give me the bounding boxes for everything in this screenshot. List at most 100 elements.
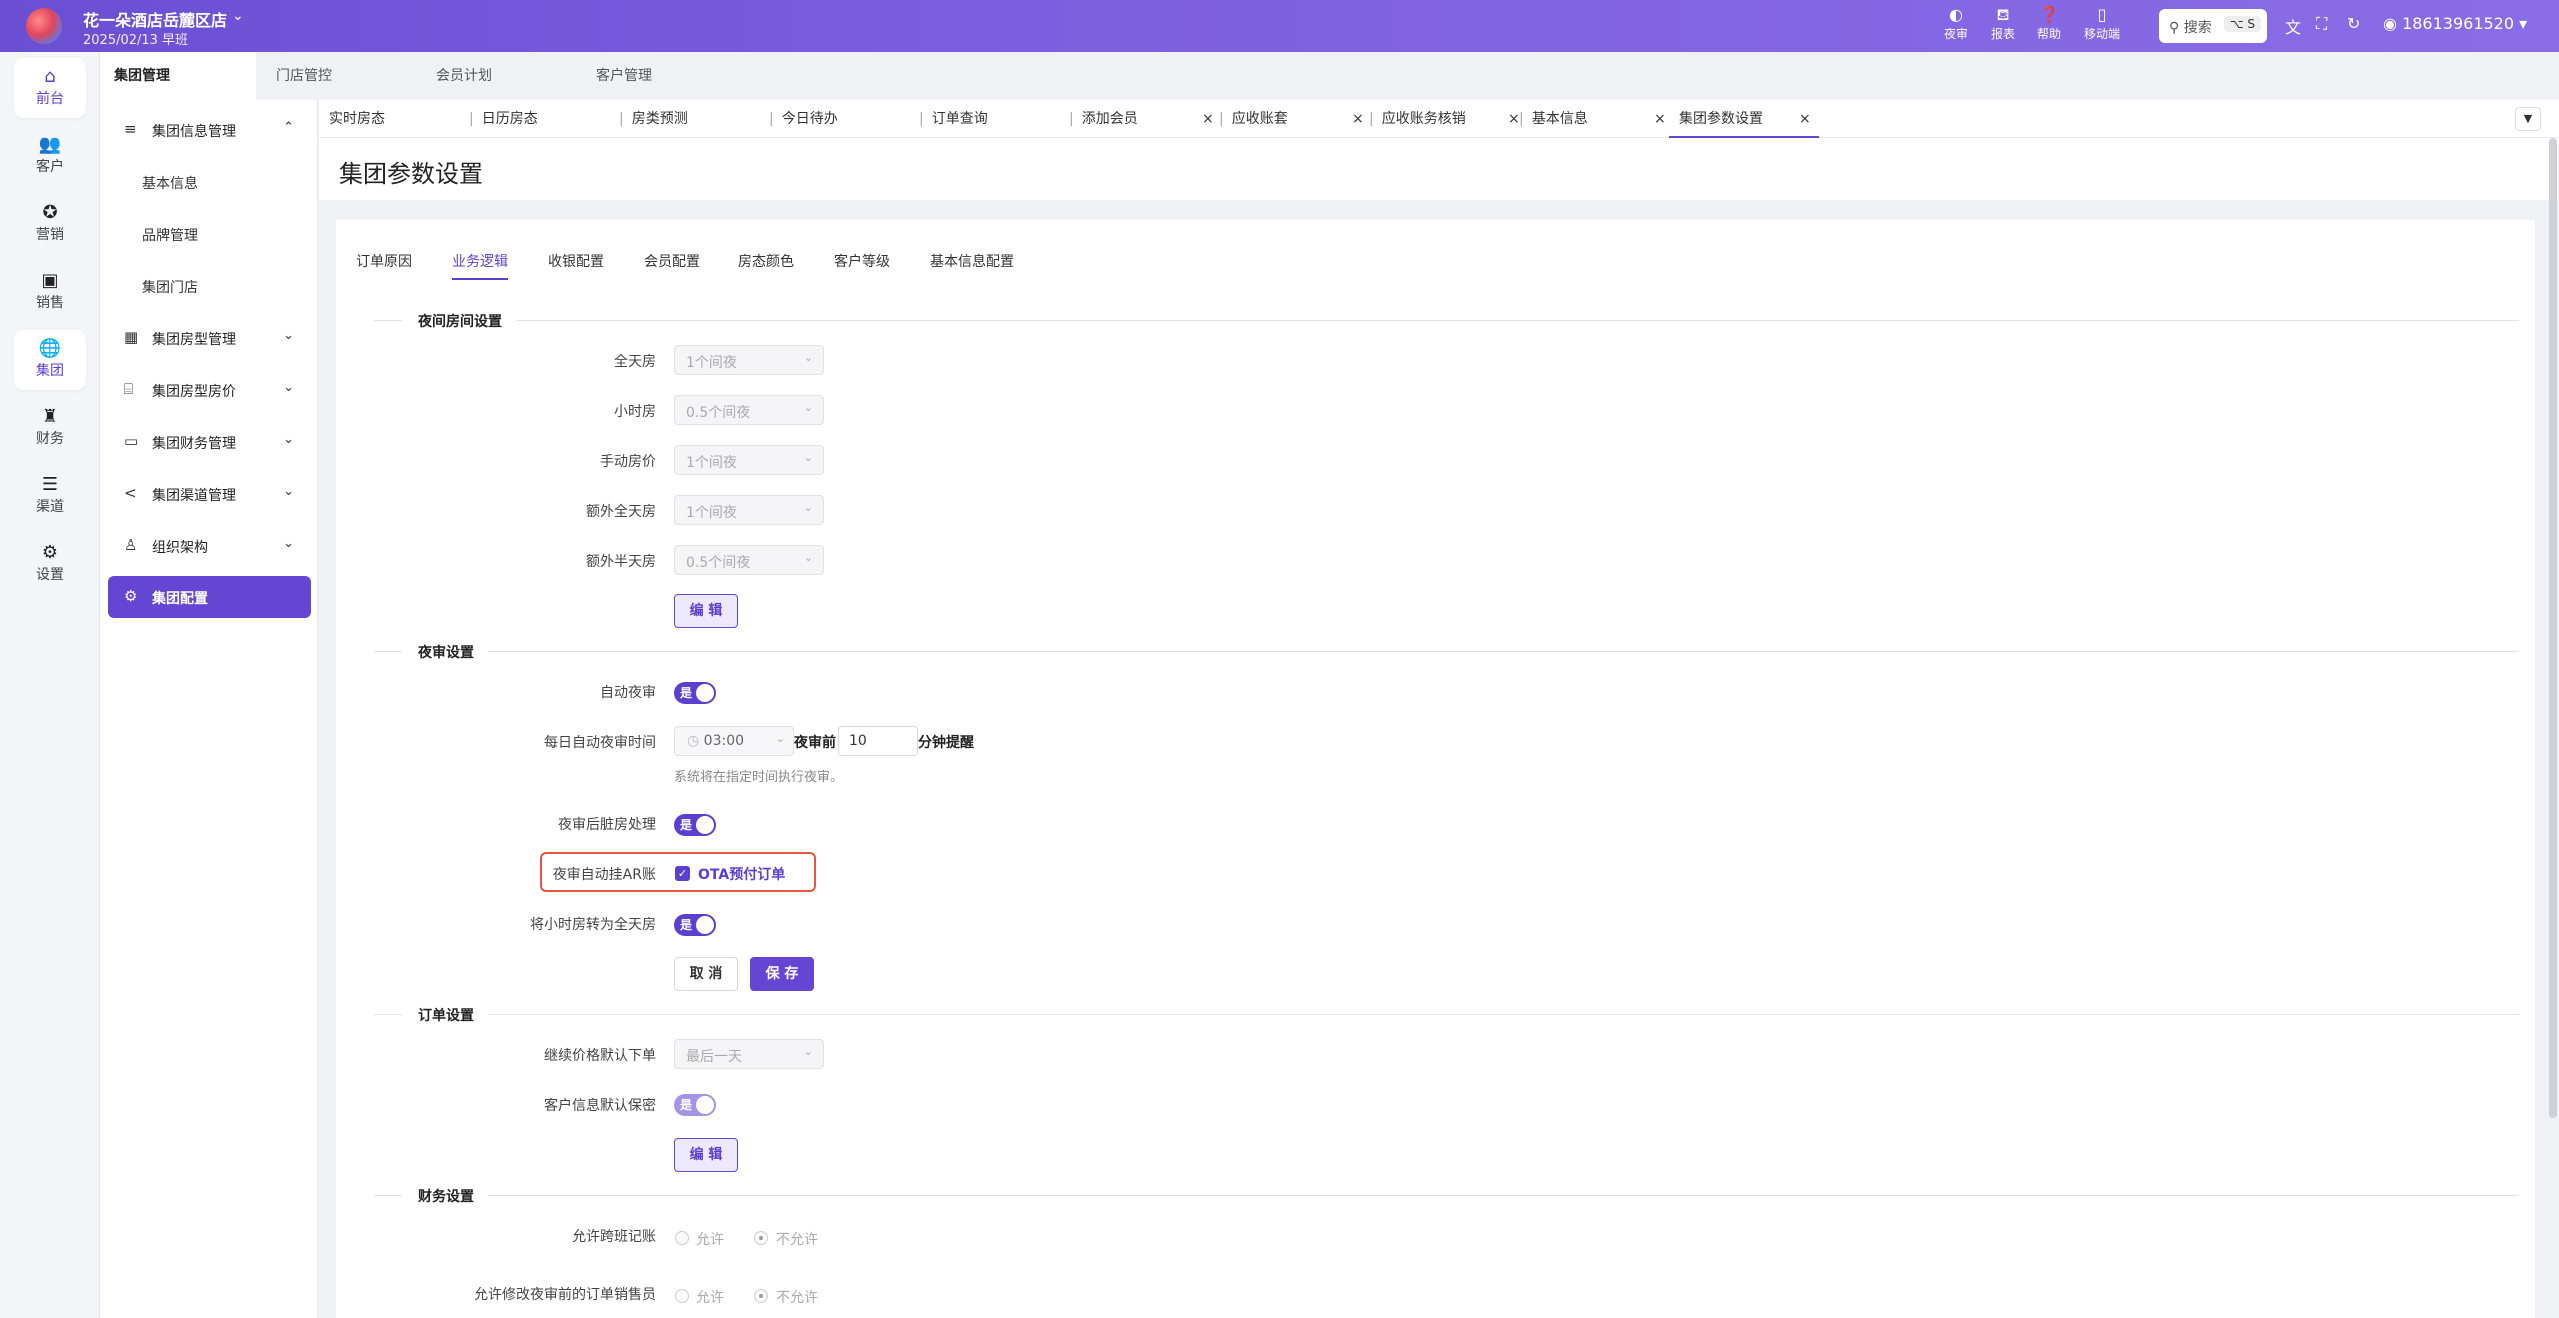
rail-item-channel[interactable]: ☰ 渠道 [14,466,86,526]
close-icon[interactable]: × [1508,100,1520,138]
hotel-logo [26,8,62,44]
sidebar-item-stores[interactable]: 集团门店 [142,277,198,297]
rail-item-finance[interactable]: ♜ 财务 [14,398,86,458]
modify-deny-radio[interactable] [754,1289,768,1303]
sidebar-item-brand[interactable]: 品牌管理 [142,225,198,245]
continue-price-select[interactable]: 最后一天 ⌄ [674,1039,824,1069]
tab-member-plan[interactable]: 会员计划 [384,52,544,100]
audit-hint: 系统将在指定时间执行夜审。 [674,770,844,785]
finance-icon: ♜ [41,406,59,427]
rail-item-settings[interactable]: ⚙ 设置 [14,534,86,594]
save-button[interactable]: 保 存 [750,957,814,991]
extra-full-day-select[interactable]: 1个间夜 ⌄ [674,495,824,525]
sidebar-group-org[interactable]: ♙ 组织架构 ⌄ [100,526,318,566]
field-label: 每日自动夜审时间 [544,735,656,751]
refresh-icon[interactable]: ↻ [2347,14,2360,33]
translate-icon[interactable]: 文 [2285,14,2301,38]
sidebar-group-channel[interactable]: < 集团渠道管理 ⌄ [100,474,318,514]
avatar-icon: ◉ [2383,14,2397,33]
page-tab[interactable]: | 日历房态 [469,100,538,138]
reminder-minutes-input[interactable]: 10 [838,726,918,756]
top-bar: 花一朵酒店岳麓区店 ⌄ 2025/02/13 早班 ◐ 夜审 ⛾ 报表 ❓ 帮助… [0,0,2559,52]
toggle-text: 是 [680,818,693,832]
rail-label: 营销 [36,227,64,243]
dirty-room-toggle[interactable]: 是 [674,814,716,836]
user-phone: 18613961520 [2402,14,2515,33]
tab-member-config[interactable]: 会员配置 [644,251,700,280]
close-icon[interactable]: × [1352,100,1364,138]
radio-label: 允许 [696,1232,724,1248]
page-tab[interactable]: 实时房态 [329,100,385,138]
tab-business-logic[interactable]: 业务逻辑 [452,251,508,280]
toggle-knob [696,916,714,934]
tab-customer-level[interactable]: 客户等级 [834,251,890,280]
toggle-knob [696,816,714,834]
sidebar-group-room-price[interactable]: ⌸ 集团房型房价 ⌄ [100,370,318,410]
modify-allow-radio[interactable] [675,1289,689,1303]
page-tab[interactable]: | 应收账套 × [1219,100,1365,138]
page-tab[interactable]: | 应收账务核销 × [1369,100,1521,138]
sidebar-group-info[interactable]: ≡ 集团信息管理 ⌃ [100,110,318,150]
before-audit-label: 夜审前 [794,735,836,751]
chevron-down-icon: ⌄ [803,401,813,414]
tab-store-control[interactable]: 门店管控 [224,52,384,100]
rail-item-sales[interactable]: ▣ 销售 [14,262,86,322]
chevron-down-icon: ⌄ [803,501,813,514]
manual-price-select[interactable]: 1个间夜 ⌄ [674,445,824,475]
user-menu[interactable]: ◉ 18613961520 ▾ [2383,14,2527,33]
page-tab[interactable]: | 房类预测 [619,100,688,138]
cross-allow-radio[interactable] [675,1231,689,1245]
edit-order-button[interactable]: 编 辑 [674,1138,738,1172]
tabs-dropdown-icon[interactable]: ▼ [2515,107,2541,131]
page-tabs: 实时房态 | 日历房态 | 房类预测 | 今日待办 | 订单查询 | 添加会员 × | 应收账… [319,100,2559,138]
ota-prepaid-label[interactable]: OTA预付订单 [698,864,785,884]
hourly-select[interactable]: 0.5个间夜 ⌄ [674,395,824,425]
cancel-button[interactable]: 取 消 [674,957,738,991]
select-value: 最后一天 [686,1049,742,1065]
price-tag-icon: ⌸ [124,380,134,398]
cross-deny-radio[interactable] [754,1231,768,1245]
tab-room-color[interactable]: 房态颜色 [738,251,794,280]
tab-customer-management[interactable]: 客户管理 [544,52,704,100]
rail-item-front-desk[interactable]: ⌂ 前台 [14,58,86,118]
close-icon[interactable]: × [1202,100,1214,138]
full-day-select[interactable]: 1个间夜 ⌄ [674,345,824,375]
rail-item-customer[interactable]: 👥 客户 [14,126,86,186]
sidebar-group-label: 集团财务管理 [152,436,236,452]
ota-prepaid-checkbox[interactable]: ✓ [675,866,690,881]
tab-cashier-config[interactable]: 收银配置 [548,251,604,280]
close-icon[interactable]: × [1799,100,1811,138]
page-tab[interactable]: | 添加会员 × [1069,100,1215,138]
edit-night-room-button[interactable]: 编 辑 [674,594,738,628]
rail-label: 销售 [36,295,64,311]
sales-icon: ▣ [41,270,59,291]
page-tab[interactable]: | 今日待办 [769,100,838,138]
privacy-toggle[interactable]: 是 [674,1094,716,1116]
sidebar-item-group-config[interactable]: ⚙ 集团配置 [108,576,311,618]
rail-item-marketing[interactable]: ✪ 营销 [14,194,86,254]
page-tab-active[interactable]: 集团参数设置 × [1669,100,1819,138]
tab-order-reason[interactable]: 订单原因 [356,251,412,280]
sidebar-item-basic-info[interactable]: 基本信息 [142,173,198,193]
sidebar-group-room-type[interactable]: ▦ 集团房型管理 ⌄ [100,318,318,358]
chevron-down-icon[interactable]: ⌄ [232,8,244,24]
rail-item-group[interactable]: 🌐 集团 [14,330,86,390]
hourly-to-full-toggle[interactable]: 是 [674,914,716,936]
fullscreen-icon[interactable]: ⛶ [2316,14,2327,34]
sidebar-group-finance[interactable]: ▭ 集团财务管理 ⌄ [100,422,318,462]
help-button[interactable]: ❓ 帮助 [2021,5,2077,42]
tab-basic-config[interactable]: 基本信息配置 [930,251,1014,280]
page-tab[interactable]: | 基本信息 × [1519,100,1667,138]
page-tab[interactable]: | 订单查询 [919,100,988,138]
sidebar-group-label: 集团信息管理 [152,124,236,140]
search-button[interactable]: ⚲ 搜索 ⌥ S [2159,9,2267,43]
auto-night-audit-toggle[interactable]: 是 [674,682,716,704]
audit-time-picker[interactable]: ◷ 03:00 ⌄ [674,726,794,756]
extra-half-day-select[interactable]: 0.5个间夜 ⌄ [674,545,824,575]
page-tab-label: 应收账套 [1231,111,1288,127]
close-icon[interactable]: × [1654,100,1666,138]
field-label: 夜审自动挂AR账 [552,867,656,883]
mobile-button[interactable]: ▯ 移动端 [2074,5,2130,42]
page-scrollbar[interactable] [2549,138,2557,1118]
hotel-name[interactable]: 花一朵酒店岳麓区店 [83,7,227,31]
